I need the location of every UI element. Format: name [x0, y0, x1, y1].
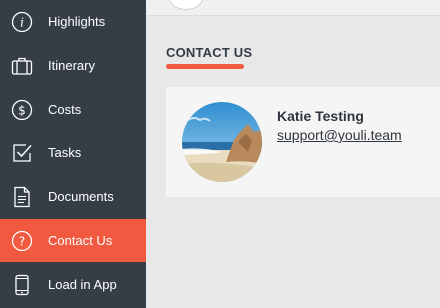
- info-icon: i: [11, 11, 33, 33]
- sidebar-item-label: Itinerary: [48, 58, 95, 73]
- sidebar-item-label: Tasks: [48, 145, 82, 160]
- top-header-strip: [146, 0, 440, 16]
- sidebar-item-load-in-app[interactable]: Load in App: [0, 263, 146, 306]
- contact-photo: [182, 102, 262, 182]
- main-content: CONTACT US Katie Testing support@youli.t…: [146, 0, 440, 308]
- svg-text:$: $: [18, 103, 26, 117]
- title-underline: [166, 64, 244, 69]
- page-title: CONTACT US: [166, 45, 253, 60]
- dollar-icon: $: [11, 99, 33, 121]
- svg-text:i: i: [20, 15, 24, 29]
- beach-photo: [182, 102, 262, 182]
- sidebar-item-label: Load in App: [48, 277, 117, 292]
- phone-icon: [11, 274, 33, 296]
- sidebar-item-itinerary[interactable]: Itinerary: [0, 44, 146, 87]
- contact-card: Katie Testing support@youli.team: [166, 87, 440, 197]
- sidebar-item-label: Documents: [48, 189, 114, 204]
- question-icon: ?: [11, 230, 33, 252]
- document-icon: [11, 186, 33, 208]
- sidebar-item-label: Contact Us: [48, 233, 113, 248]
- sidebar-item-label: Costs: [48, 102, 82, 117]
- avatar[interactable]: [168, 0, 204, 10]
- sidebar-item-costs[interactable]: $ Costs: [0, 88, 146, 131]
- contact-email-link[interactable]: support@youli.team: [277, 127, 402, 143]
- svg-text:?: ?: [19, 234, 25, 248]
- sidebar-item-tasks[interactable]: Tasks: [0, 131, 146, 174]
- sidebar-item-label: Highlights: [48, 14, 106, 29]
- checkbox-icon: [11, 142, 33, 164]
- sidebar-item-highlights[interactable]: i Highlights: [0, 0, 146, 43]
- sidebar-item-documents[interactable]: Documents: [0, 175, 146, 218]
- suitcase-icon: [11, 55, 33, 77]
- sidebar-item-contact-us[interactable]: ? Contact Us: [0, 219, 146, 262]
- contact-name: Katie Testing: [277, 108, 364, 124]
- sidebar-nav: i Highlights Itinerary $ Costs Tasks Doc…: [0, 0, 146, 308]
